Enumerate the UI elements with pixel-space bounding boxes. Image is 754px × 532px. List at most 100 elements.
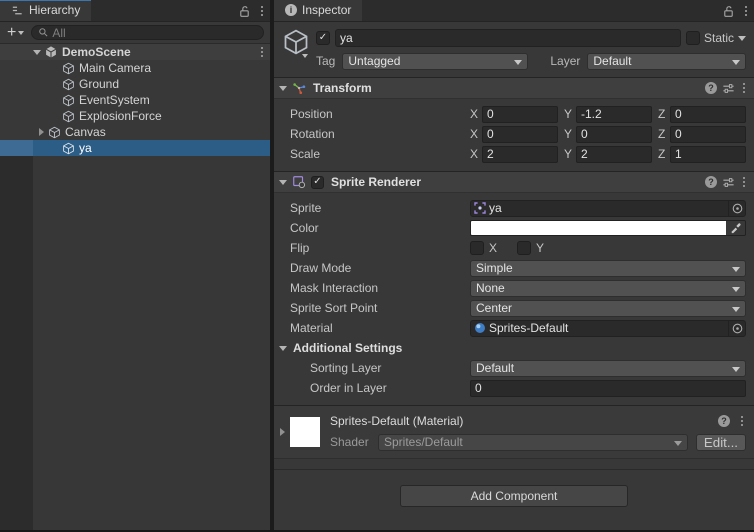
hierarchy-item-main-camera[interactable]: Main Camera (0, 60, 270, 76)
chevron-down-icon (732, 366, 740, 372)
foldout-open-icon[interactable] (279, 85, 287, 91)
hierarchy-tree: DemoScene Main Camera Ground EventSystem… (0, 44, 270, 530)
gameobject-cube-icon (48, 126, 61, 139)
panel-menu-icon[interactable] (742, 4, 750, 18)
component-enabled-checkbox[interactable]: ✓ (311, 175, 324, 189)
axis-y-label: Y (564, 107, 573, 121)
color-swatch[interactable] (471, 221, 726, 235)
color-label: Color (290, 221, 319, 235)
scene-menu-icon[interactable] (258, 45, 266, 59)
help-icon[interactable]: ? (705, 82, 717, 94)
active-checkbox[interactable]: ✓ (316, 31, 330, 45)
position-label: Position (290, 107, 333, 121)
lock-icon[interactable] (722, 5, 735, 18)
create-object-button[interactable]: + (5, 23, 26, 41)
material-object-field[interactable]: Sprites-Default (470, 319, 746, 337)
gameobject-big-cube-icon[interactable] (282, 28, 312, 56)
material-menu-icon[interactable] (738, 414, 746, 428)
add-component-button[interactable]: Add Component (400, 485, 628, 507)
axis-z-label: Z (658, 107, 666, 121)
tab-inspector[interactable]: i Inspector (274, 0, 363, 21)
hierarchy-list-icon (11, 4, 24, 17)
item-label: EventSystem (79, 93, 150, 107)
tab-hierarchy[interactable]: Hierarchy (0, 0, 92, 21)
rotation-z-input[interactable]: 0 (670, 125, 746, 143)
position-x-input[interactable]: 0 (482, 105, 558, 123)
hierarchy-item-canvas[interactable]: Canvas (0, 124, 270, 140)
hierarchy-item-ground[interactable]: Ground (0, 76, 270, 92)
chevron-down-icon (732, 59, 740, 65)
object-picker-icon[interactable] (728, 320, 745, 336)
hierarchy-scene-row[interactable]: DemoScene (0, 44, 270, 60)
flip-label: Flip (290, 241, 310, 255)
axis-x-label: X (470, 147, 479, 161)
item-label: Main Camera (79, 61, 152, 75)
sorting-layer-row: Sorting Layer Default (290, 358, 746, 378)
chevron-down-icon (18, 30, 25, 35)
material-thumbnail[interactable] (290, 417, 320, 447)
gameobject-cube-icon (62, 142, 75, 155)
hierarchy-empty-area[interactable] (0, 156, 270, 530)
presets-icon[interactable] (722, 82, 735, 95)
position-z-input[interactable]: 0 (670, 105, 746, 123)
material-preview-header[interactable]: Sprites-Default (Material) ? Shader Spri… (274, 405, 754, 459)
tag-label: Tag (316, 54, 336, 68)
presets-icon[interactable] (722, 176, 735, 189)
hierarchy-item-explosionforce[interactable]: ExplosionForce (0, 108, 270, 124)
sprite-mini-icon (474, 202, 486, 214)
panel-menu-icon[interactable] (258, 4, 266, 18)
flip-y-checkbox[interactable] (517, 241, 532, 255)
hierarchy-search-input[interactable]: All (31, 25, 264, 40)
lock-icon[interactable] (238, 5, 251, 18)
foldout-closed-icon[interactable] (38, 128, 44, 136)
item-label: Ground (79, 77, 120, 91)
chevron-down-icon (732, 306, 740, 312)
scale-x-input[interactable]: 2 (482, 145, 558, 163)
help-icon[interactable]: ? (705, 176, 717, 188)
shader-edit-button[interactable]: Edit... (695, 433, 746, 451)
foldout-open-icon[interactable] (33, 49, 41, 55)
draw-mode-dropdown[interactable]: Simple (470, 259, 746, 277)
material-title: Sprites-Default (Material) (330, 414, 464, 428)
icon-dropdown-caret[interactable] (302, 54, 308, 58)
order-in-layer-input[interactable]: 0 (470, 379, 746, 397)
foldout-closed-icon[interactable] (279, 428, 285, 436)
eyedropper-icon[interactable] (726, 221, 745, 235)
rotation-row: Rotation X0 Y0 Z0 (290, 124, 746, 144)
gameobject-header: ✓ ya Static Tag Untagged Layer Default (274, 22, 754, 77)
component-title: Transform (313, 81, 372, 95)
sorting-layer-dropdown[interactable]: Default (470, 359, 746, 377)
foldout-open-icon[interactable] (279, 179, 287, 185)
transform-header[interactable]: Transform ? (274, 77, 754, 99)
hierarchy-item-eventsystem[interactable]: EventSystem (0, 92, 270, 108)
additional-settings-foldout[interactable]: Additional Settings (279, 338, 746, 358)
material-label: Material (290, 321, 333, 335)
order-in-layer-label: Order in Layer (310, 381, 387, 395)
position-y-input[interactable]: -1.2 (576, 105, 652, 123)
static-checkbox[interactable] (685, 31, 700, 45)
help-icon[interactable]: ? (718, 415, 730, 427)
layer-dropdown[interactable]: Default (587, 52, 746, 70)
rotation-y-input[interactable]: 0 (576, 125, 652, 143)
scale-z-input[interactable]: 1 (670, 145, 746, 163)
scale-y-input[interactable]: 2 (576, 145, 652, 163)
static-dropdown-caret[interactable] (738, 35, 746, 41)
sprite-sort-point-dropdown[interactable]: Center (470, 299, 746, 317)
inspector-panel: i Inspector ✓ ya Static Tag Untagged Lay… (274, 0, 754, 530)
sprite-renderer-header[interactable]: ✓ Sprite Renderer ? (274, 171, 754, 193)
tag-dropdown[interactable]: Untagged (342, 52, 529, 70)
component-menu-icon[interactable] (740, 175, 748, 189)
scale-row: Scale X2 Y2 Z1 (290, 144, 746, 164)
rotation-x-input[interactable]: 0 (482, 125, 558, 143)
sprite-row: Sprite ya (290, 198, 746, 218)
hierarchy-item-ya-selected[interactable]: ya (0, 140, 270, 156)
mask-interaction-dropdown[interactable]: None (470, 279, 746, 297)
sprite-object-field[interactable]: ya (470, 199, 746, 217)
flip-x-checkbox[interactable] (470, 241, 484, 255)
tab-label: Hierarchy (29, 3, 81, 17)
object-picker-icon[interactable] (728, 200, 745, 216)
gameobject-name-input[interactable]: ya (335, 29, 681, 47)
shader-dropdown[interactable]: Sprites/Default (378, 433, 688, 451)
plus-icon: + (7, 23, 17, 41)
component-menu-icon[interactable] (740, 81, 748, 95)
